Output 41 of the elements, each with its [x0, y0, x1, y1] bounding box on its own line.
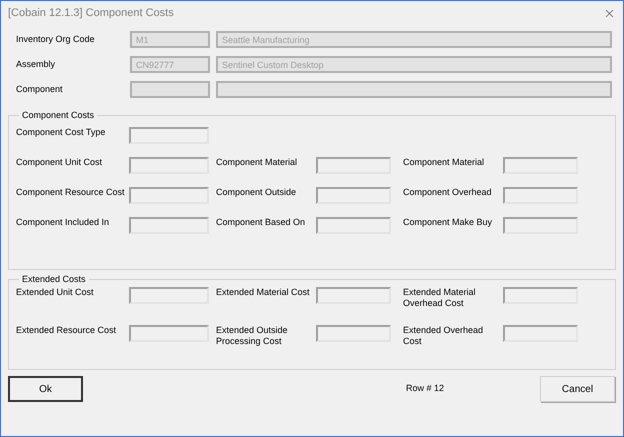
field-label: Component Outside: [216, 186, 298, 198]
input-field[interactable]: [316, 156, 391, 174]
input-field[interactable]: [129, 126, 209, 144]
input-field[interactable]: [503, 186, 578, 204]
field-label: Extended Outside Processing Cost: [216, 324, 289, 346]
input-field[interactable]: [503, 216, 578, 234]
field-label: Component Based On: [216, 216, 306, 228]
group-title: Component Costs: [21, 109, 96, 122]
window-title: [Cobain 12.1.3] Component Costs: [8, 6, 174, 21]
field-label: Component Included In: [16, 216, 110, 228]
input-field[interactable]: [316, 324, 391, 342]
input-field[interactable]: [316, 186, 391, 204]
dialog-button[interactable]: Ok: [8, 376, 83, 402]
field-label: Component Cost Type: [16, 126, 106, 138]
dialog-button[interactable]: Cancel: [540, 376, 615, 402]
field-label: Extended Unit Cost: [16, 286, 95, 298]
field-label: Component Material: [216, 156, 298, 168]
input-field[interactable]: [129, 286, 209, 304]
input-field[interactable]: [503, 286, 578, 304]
field-label: Component Make Buy: [403, 216, 494, 228]
field-label: Inventory Org Code: [16, 32, 96, 46]
row-number: Row # 12: [406, 382, 444, 396]
input-field[interactable]: [503, 324, 578, 342]
field-label: Extended Resource Cost: [16, 324, 118, 336]
field-label: Extended Overhead Cost: [403, 324, 484, 346]
input-field[interactable]: [316, 216, 391, 234]
input-field[interactable]: [129, 156, 209, 174]
input-field[interactable]: [129, 186, 209, 204]
field-label: Component: [16, 82, 64, 96]
field-label: Component Unit Cost: [16, 156, 104, 168]
field-label: Component Overhead: [403, 186, 493, 198]
input-field[interactable]: [503, 156, 578, 174]
group-title: Extended Costs: [21, 273, 87, 286]
field-label: Extended Material Cost: [216, 286, 311, 298]
field-label: Assembly: [16, 58, 56, 71]
input-field[interactable]: [129, 216, 209, 234]
field-label: Extended Material Overhead Cost: [403, 286, 477, 308]
field-label: Component Resource Cost: [16, 186, 126, 198]
field-label: Component Material: [403, 156, 486, 168]
input-field[interactable]: [316, 286, 391, 304]
input-field[interactable]: [129, 324, 209, 342]
